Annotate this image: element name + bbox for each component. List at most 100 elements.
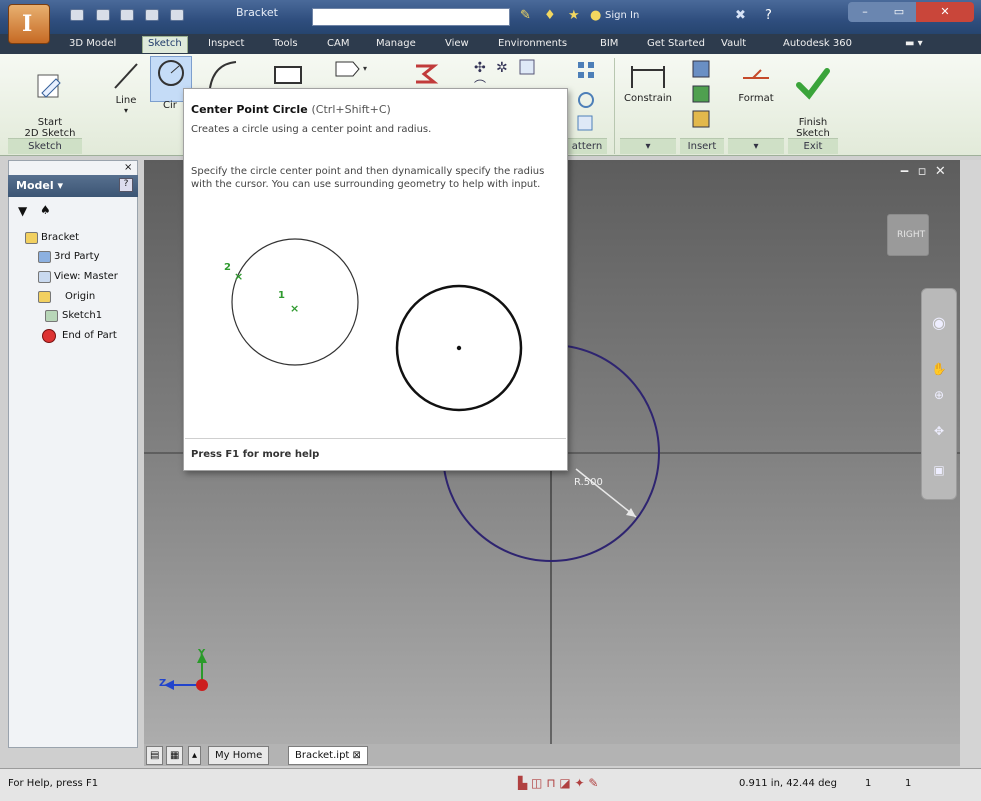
tab-inspect[interactable]: Inspect bbox=[203, 37, 249, 54]
browser-title-label: Model bbox=[16, 179, 54, 192]
radius-dimension-label[interactable]: R.500 bbox=[574, 477, 603, 488]
tab-my-home[interactable]: My Home bbox=[208, 746, 270, 765]
panel-label-exit: Exit bbox=[788, 138, 838, 154]
panel-label-sketch: Sketch bbox=[8, 138, 82, 154]
close-button[interactable]: ✕ bbox=[916, 2, 974, 22]
svg-text:✲: ✲ bbox=[496, 60, 508, 76]
cascade-windows-icon[interactable]: ▦ bbox=[166, 746, 184, 765]
tab-view[interactable]: View bbox=[440, 37, 474, 54]
part-icon bbox=[25, 232, 38, 244]
format-button[interactable]: Format bbox=[732, 60, 780, 104]
tab-environments[interactable]: Environments bbox=[493, 37, 572, 54]
tree-item-origin[interactable]: Origin bbox=[65, 291, 95, 302]
rectangle-icon bbox=[274, 66, 302, 84]
checkmark-icon bbox=[796, 68, 830, 100]
slot-button[interactable]: ▾ bbox=[333, 59, 371, 82]
center-point-circle-icon bbox=[158, 60, 184, 86]
minimize-button[interactable]: – bbox=[848, 2, 882, 22]
exchange-icon[interactable]: ✖ bbox=[735, 9, 749, 23]
pattern-icon bbox=[577, 62, 594, 131]
rectangle-button[interactable] bbox=[272, 64, 304, 89]
modify-tools-icon: ✣ ✲ ⌒ bbox=[474, 59, 535, 93]
insert-buttons[interactable] bbox=[690, 58, 712, 137]
pattern-buttons[interactable] bbox=[574, 58, 604, 141]
filter-icon[interactable]: ▼ bbox=[18, 204, 27, 218]
tooltip-title-text: Center Point Circle bbox=[191, 103, 308, 116]
find-icon[interactable]: ♠ bbox=[40, 203, 51, 217]
end-of-part-icon bbox=[42, 329, 56, 343]
tab-get-started[interactable]: Get Started bbox=[642, 37, 710, 54]
circle-label: Cir bbox=[163, 100, 177, 111]
panel-dropdown-constrain[interactable]: ▾ bbox=[620, 138, 676, 154]
tab-bracket-ipt[interactable]: Bracket.ipt ⊠ bbox=[288, 746, 368, 765]
browser-close-icon[interactable]: × bbox=[124, 162, 132, 173]
svg-text:✣: ✣ bbox=[474, 60, 486, 76]
tooltip-illustration: × × 1 2 bbox=[224, 238, 523, 412]
tree-item-bracket[interactable]: Bracket bbox=[41, 232, 79, 243]
tab-list-icon[interactable]: ▴ bbox=[188, 746, 202, 765]
maximize-button[interactable]: ▭ bbox=[882, 2, 916, 22]
zoom-icon[interactable]: ⊕ bbox=[929, 388, 949, 404]
star-icon[interactable]: ★ bbox=[568, 9, 582, 23]
constrain-button[interactable]: Constrain bbox=[618, 60, 678, 104]
view-rep-icon bbox=[38, 271, 51, 283]
start-2d-sketch-button[interactable]: Start 2D Sketch bbox=[22, 60, 78, 139]
wrench-icon[interactable]: ✎ bbox=[520, 9, 534, 23]
ribbon-options-icon[interactable]: ▬ ▾ bbox=[900, 37, 928, 54]
tab-vault[interactable]: Vault bbox=[716, 37, 751, 54]
status-coordinates: 0.911 in, 42.44 deg bbox=[739, 778, 837, 789]
open-icon[interactable] bbox=[96, 9, 110, 21]
sign-in-link[interactable]: Sign In bbox=[605, 10, 639, 21]
tab-manage[interactable]: Manage bbox=[371, 37, 421, 54]
tab-sketch[interactable]: Sketch bbox=[142, 36, 188, 53]
browser-title-dropdown[interactable]: Model ▾ bbox=[16, 179, 63, 192]
viewport-window-controls[interactable]: ‒ ▫ ✕ bbox=[900, 164, 948, 179]
tooltip-title: Center Point Circle (Ctrl+Shift+C) bbox=[191, 103, 391, 116]
browser-help-icon[interactable]: ? bbox=[119, 178, 133, 192]
tab-bracket-label: Bracket.ipt bbox=[295, 750, 350, 761]
help-icon[interactable]: ? bbox=[765, 9, 779, 23]
status-help-text: For Help, press F1 bbox=[8, 778, 99, 789]
new-icon[interactable] bbox=[70, 9, 84, 21]
origin-point bbox=[196, 679, 208, 691]
save-icon[interactable] bbox=[120, 9, 134, 21]
tree-item-3rd-party[interactable]: 3rd Party bbox=[54, 251, 99, 262]
panel-dropdown-format[interactable]: ▾ bbox=[728, 138, 784, 154]
tooltip-divider bbox=[185, 438, 566, 439]
tab-close-icon[interactable]: ⊠ bbox=[353, 750, 361, 761]
tab-3d-model[interactable]: 3D Model bbox=[64, 37, 121, 54]
finish-sketch-button[interactable]: Finish Sketch bbox=[788, 56, 838, 139]
application-menu-button[interactable]: I bbox=[8, 4, 50, 44]
tree-item-end-of-part[interactable]: End of Part bbox=[62, 330, 117, 341]
pan-icon[interactable]: ✋ bbox=[929, 362, 949, 378]
insert-icon bbox=[692, 60, 710, 128]
tab-cam[interactable]: CAM bbox=[322, 37, 354, 54]
tile-windows-icon[interactable]: ▤ bbox=[146, 746, 164, 765]
tab-autodesk-360[interactable]: Autodesk 360 bbox=[778, 37, 857, 54]
tab-tools[interactable]: Tools bbox=[268, 37, 303, 54]
constrain-label: Constrain bbox=[624, 93, 672, 104]
folder-icon bbox=[38, 291, 51, 303]
tree-item-view-master[interactable]: View: Master bbox=[54, 271, 118, 282]
app-letter: I bbox=[22, 11, 33, 37]
undo-icon[interactable] bbox=[145, 9, 159, 21]
status-tools-icons[interactable]: ▙ ◫ ⊓ ◪ ✦ ✎ bbox=[518, 776, 598, 790]
tree-item-sketch1[interactable]: Sketch1 bbox=[62, 310, 102, 321]
z-axis-label: Z bbox=[159, 678, 167, 689]
panel-label-pattern: attern bbox=[567, 138, 607, 154]
arc-icon bbox=[209, 61, 237, 89]
slot-icon: ▾ bbox=[335, 61, 367, 77]
search-input[interactable] bbox=[312, 8, 510, 26]
window-controls: – ▭ ✕ bbox=[848, 2, 974, 22]
binoculars-icon[interactable]: ♦ bbox=[544, 9, 558, 23]
viewcube[interactable]: RIGHT bbox=[887, 214, 929, 256]
redo-icon[interactable] bbox=[170, 9, 184, 21]
tab-bim[interactable]: BIM bbox=[595, 37, 623, 54]
line-button[interactable]: Line ▾ bbox=[108, 60, 144, 115]
viewcube-label: RIGHT bbox=[897, 230, 926, 240]
look-at-icon[interactable]: ▣ bbox=[929, 463, 949, 479]
ribbon-tab-row: 3D Model Sketch Inspect Tools CAM Manage… bbox=[0, 34, 981, 54]
start-sketch-icon bbox=[37, 74, 61, 98]
steering-wheel-icon[interactable]: ◉ bbox=[929, 313, 949, 332]
orbit-icon[interactable]: ✥ bbox=[929, 424, 949, 440]
